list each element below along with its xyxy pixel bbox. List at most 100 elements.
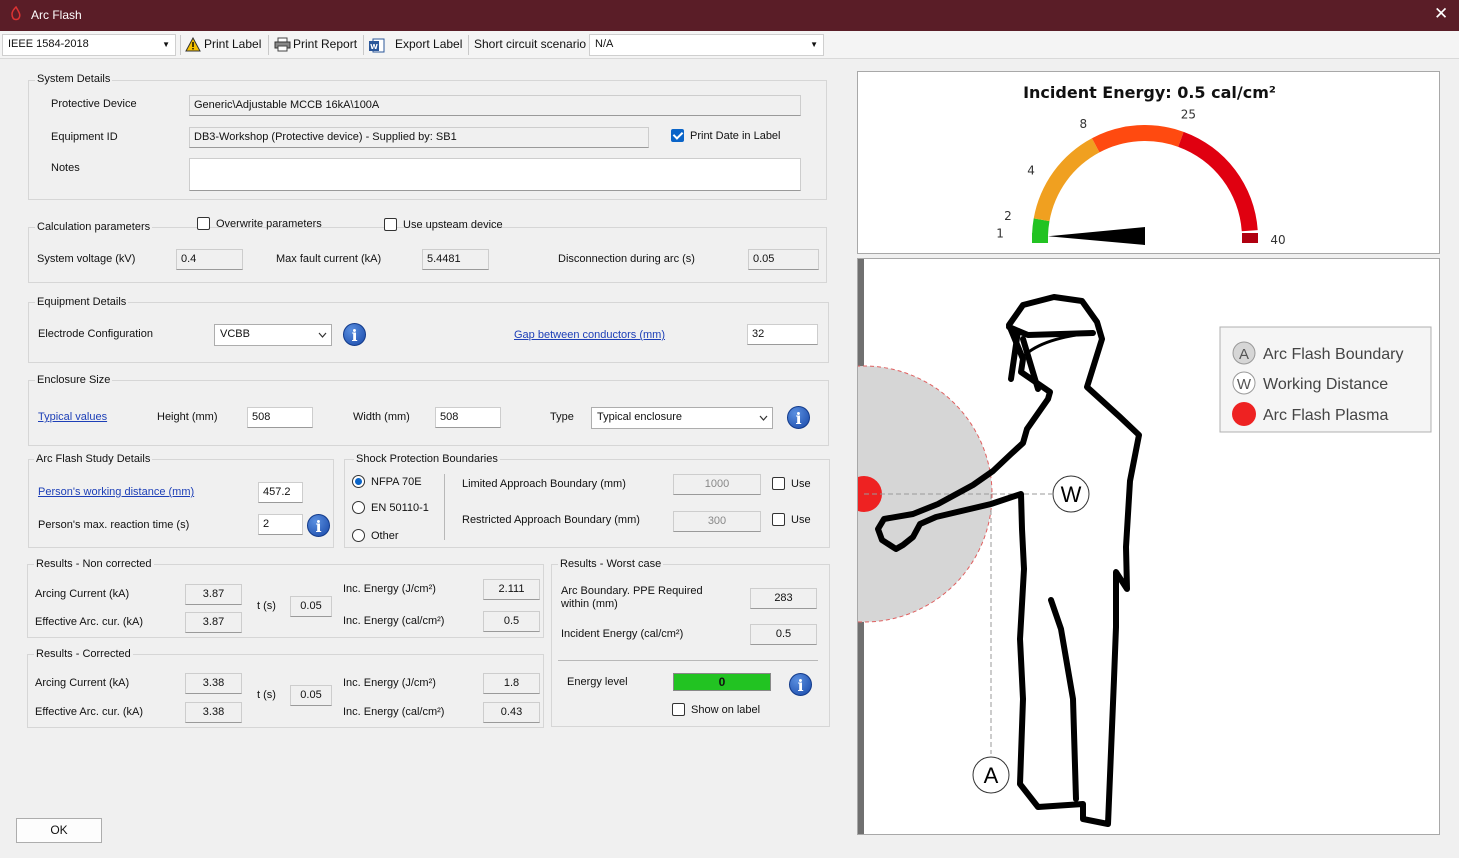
protective-device-label: Protective Device bbox=[51, 98, 137, 110]
group-title: Equipment Details bbox=[35, 296, 129, 308]
energy-level-indicator: 0 bbox=[673, 673, 771, 691]
effective-current-field[interactable]: 3.87 bbox=[185, 612, 242, 633]
reaction-info-icon[interactable]: i bbox=[307, 514, 330, 537]
legend-boundary-label: Arc Flash Boundary bbox=[1263, 346, 1404, 363]
gauge-tick-label: 1 bbox=[996, 227, 1004, 241]
typical-values-link[interactable]: Typical values bbox=[38, 411, 107, 423]
fault-current-label: Max fault current (kA) bbox=[276, 253, 382, 265]
restricted-use-checkbox[interactable] bbox=[772, 513, 785, 526]
electrode-select[interactable]: VCBB bbox=[214, 324, 332, 346]
gap-link[interactable]: Gap between conductors (mm) bbox=[514, 329, 665, 341]
inc-energy-cal-field[interactable]: 0.5 bbox=[483, 611, 540, 632]
overwrite-label: Overwrite parameters bbox=[216, 218, 322, 230]
export-label-button[interactable]: Export Label bbox=[395, 37, 462, 51]
time-field[interactable]: 0.05 bbox=[290, 685, 332, 706]
time-label: t (s) bbox=[257, 689, 276, 701]
working-distance-field[interactable]: 457.2 bbox=[258, 482, 303, 503]
group-title: System Details bbox=[35, 73, 113, 85]
working-distance-link[interactable]: Person's working distance (mm) bbox=[38, 486, 194, 498]
gauge-tick-label: 4 bbox=[1027, 164, 1035, 178]
ok-button[interactable]: OK bbox=[16, 818, 102, 843]
group-title: Shock Protection Boundaries bbox=[354, 453, 500, 465]
en50110-radio[interactable] bbox=[352, 501, 365, 514]
diagram-legend: A Arc Flash Boundary W Working Distance … bbox=[1219, 326, 1432, 433]
protective-device-field[interactable]: Generic\Adjustable MCCB 16kA\100A bbox=[189, 95, 801, 116]
print-report-button[interactable]: Print Report bbox=[293, 37, 357, 51]
electrode-label: Electrode Configuration bbox=[38, 328, 153, 340]
print-date-checkbox[interactable] bbox=[671, 129, 684, 142]
disconnect-field[interactable]: 0.05 bbox=[748, 249, 819, 270]
reaction-time-label: Person's max. reaction time (s) bbox=[38, 519, 190, 531]
enclosure-type-select[interactable]: Typical enclosure bbox=[591, 407, 773, 429]
gauge-zone-orange bbox=[1033, 138, 1100, 222]
width-field[interactable]: 508 bbox=[435, 407, 501, 428]
standard-select[interactable]: IEEE 1584-2018 ▼ bbox=[2, 34, 176, 56]
other-radio[interactable] bbox=[352, 529, 365, 542]
energy-info-icon[interactable]: i bbox=[789, 673, 812, 696]
arcing-current-field[interactable]: 3.38 bbox=[185, 673, 242, 694]
arcing-current-label: Arcing Current (kA) bbox=[35, 677, 130, 689]
printer-icon bbox=[274, 37, 291, 52]
gauge-zone-orangered bbox=[1091, 125, 1184, 153]
print-date-label: Print Date in Label bbox=[690, 130, 781, 142]
legend-plasma-label: Arc Flash Plasma bbox=[1263, 407, 1388, 424]
inc-energy-j-field[interactable]: 2.111 bbox=[483, 579, 540, 600]
other-label: Other bbox=[371, 530, 399, 542]
gauge-cap-green bbox=[1032, 233, 1048, 243]
fault-current-field[interactable]: 5.4481 bbox=[422, 249, 489, 270]
toolbar-separator bbox=[468, 35, 469, 55]
show-on-label-checkbox[interactable] bbox=[672, 703, 685, 716]
limited-boundary-field[interactable]: 1000 bbox=[673, 474, 761, 495]
arc-boundary-label: Arc Boundary. PPE Required bbox=[561, 585, 703, 597]
toolbar-separator bbox=[180, 35, 181, 55]
scenario-label: Short circuit scenario bbox=[474, 37, 587, 51]
enclosure-type-value: Typical enclosure bbox=[597, 411, 682, 423]
overwrite-checkbox[interactable] bbox=[197, 217, 210, 230]
time-field[interactable]: 0.05 bbox=[290, 596, 332, 617]
working-distance-marker-text: W bbox=[1061, 482, 1082, 507]
upstream-label: Use upsteam device bbox=[403, 219, 503, 231]
close-icon[interactable]: ✕ bbox=[1434, 5, 1448, 23]
reaction-time-field[interactable]: 2 bbox=[258, 514, 303, 535]
nfpa-radio[interactable] bbox=[352, 475, 365, 488]
title-bar: Arc Flash ✕ bbox=[0, 0, 1459, 31]
gauge-zone-green bbox=[1032, 218, 1050, 235]
limited-use-checkbox[interactable] bbox=[772, 477, 785, 490]
arc-boundary-field[interactable]: 283 bbox=[750, 588, 817, 609]
gap-field[interactable]: 32 bbox=[747, 324, 818, 345]
print-label-button[interactable]: Print Label bbox=[204, 37, 261, 51]
incident-energy-field[interactable]: 0.5 bbox=[750, 624, 817, 645]
legend-working-label: Working Distance bbox=[1263, 376, 1388, 393]
restricted-boundary-label: Restricted Approach Boundary (mm) bbox=[462, 514, 640, 526]
chevron-down-icon: ▼ bbox=[810, 40, 818, 49]
height-field[interactable]: 508 bbox=[247, 407, 313, 428]
energy-level-label: Energy level bbox=[567, 676, 628, 688]
arcing-current-label: Arcing Current (kA) bbox=[35, 588, 130, 600]
arcing-current-field[interactable]: 3.87 bbox=[185, 584, 242, 605]
equipment-id-field[interactable]: DB3-Workshop (Protective device) - Suppl… bbox=[189, 127, 649, 148]
electrode-info-icon[interactable]: i bbox=[343, 323, 366, 346]
notes-field[interactable] bbox=[189, 158, 801, 191]
effective-current-label: Effective Arc. cur. (kA) bbox=[35, 616, 143, 628]
app-icon bbox=[11, 6, 21, 21]
window-title: Arc Flash bbox=[31, 8, 82, 22]
standard-value: IEEE 1584-2018 bbox=[8, 38, 89, 50]
incident-energy-label: Incident Energy (cal/cm²) bbox=[561, 628, 684, 640]
group-title: Calculation parameters bbox=[35, 221, 153, 233]
en50110-label: EN 50110-1 bbox=[371, 502, 429, 514]
inc-energy-j-label: Inc. Energy (J/cm²) bbox=[343, 583, 436, 595]
word-icon: W bbox=[369, 38, 385, 53]
enclosure-info-icon[interactable]: i bbox=[787, 406, 810, 429]
upstream-checkbox[interactable] bbox=[384, 218, 397, 231]
disconnect-label: Disconnection during arc (s) bbox=[558, 253, 695, 265]
show-on-label-label: Show on label bbox=[691, 704, 761, 716]
inc-energy-cal-field[interactable]: 0.43 bbox=[483, 702, 540, 723]
arc-flash-diagram: W A A Arc Flash Boundary W Working Dista… bbox=[858, 259, 1432, 834]
effective-current-field[interactable]: 3.38 bbox=[185, 702, 242, 723]
inc-energy-j-field[interactable]: 1.8 bbox=[483, 673, 540, 694]
arc-boundary-marker-text: A bbox=[984, 763, 999, 788]
restricted-boundary-field[interactable]: 300 bbox=[673, 511, 761, 532]
voltage-field[interactable]: 0.4 bbox=[176, 249, 243, 270]
scenario-select[interactable]: N/A ▼ bbox=[589, 34, 824, 56]
inc-energy-cal-label: Inc. Energy (cal/cm²) bbox=[343, 706, 445, 718]
